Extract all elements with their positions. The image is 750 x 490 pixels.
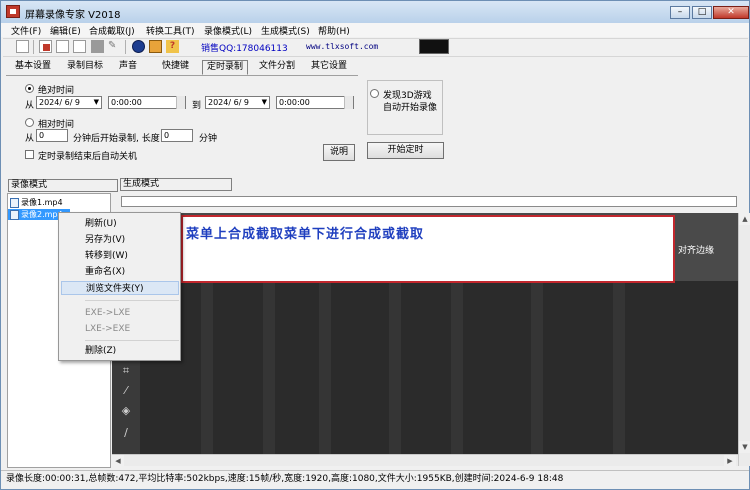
- hint-banner-text: 菜单上合成截取菜单下进行合成或截取: [186, 227, 425, 242]
- help-icon[interactable]: ?: [166, 40, 179, 53]
- main-window: 屏幕录像专家 V2018 – □ ✕ 文件(F) 编辑(E) 合成截取(J) 转…: [0, 0, 750, 490]
- end-date-field[interactable]: 2024/ 6/ 9 ▼: [205, 96, 270, 109]
- hint-banner: 菜单上合成截取菜单下进行合成或截取: [181, 215, 675, 283]
- tab-record-target[interactable]: 录制目标: [63, 60, 107, 75]
- preview-stripe: [389, 281, 401, 466]
- preview-stripe: [319, 281, 331, 466]
- scroll-right-icon[interactable]: ▶: [724, 455, 736, 467]
- title-bar[interactable]: 屏幕录像专家 V2018 – □ ✕: [1, 1, 749, 23]
- end-time-field[interactable]: 0:00:00: [276, 96, 354, 109]
- scroll-left-icon[interactable]: ◀: [112, 455, 124, 467]
- spin-icon[interactable]: [344, 96, 353, 109]
- toolbar-separator: [33, 40, 34, 54]
- menu-item-rename[interactable]: 重命名(X): [61, 265, 179, 279]
- menu-item-save-as[interactable]: 另存为(V): [61, 233, 179, 247]
- eyedropper-icon[interactable]: ⁄: [120, 385, 132, 397]
- eraser-icon[interactable]: ◈: [120, 405, 132, 417]
- absolute-time-label: 绝对时间: [38, 86, 75, 96]
- status-bar: 录像长度:00:00:31,总帧数:472,平均比特率:502kbps,速度:1…: [1, 470, 749, 488]
- align-edges-label: 对齐边缘: [678, 246, 715, 256]
- gift-icon[interactable]: [149, 40, 162, 53]
- tab-file-split[interactable]: 文件分割: [255, 60, 299, 75]
- game-detect-radio[interactable]: [370, 89, 379, 98]
- list-item[interactable]: 录像1.mp4: [8, 197, 110, 208]
- window-title: 屏幕录像专家 V2018: [25, 10, 121, 21]
- relative-time-radio[interactable]: [25, 118, 34, 127]
- rel-unit-label: 分钟: [199, 134, 218, 144]
- menu-item-lxe-to-exe: LXE->EXE: [85, 324, 131, 334]
- sales-qq: 销售QQ:178046113: [201, 44, 288, 54]
- menu-generate-mode[interactable]: 生成模式(S): [261, 24, 310, 37]
- absolute-time-radio[interactable]: [25, 84, 34, 93]
- explain-button[interactable]: 说明: [323, 144, 355, 161]
- preview-top-bar: [121, 196, 737, 207]
- toolbar-separator: [125, 40, 126, 54]
- tab-timer-record[interactable]: 定时录制: [202, 60, 249, 75]
- rel-from-label: 从: [25, 134, 35, 144]
- menu-separator: [85, 340, 179, 341]
- brush-icon[interactable]: ∕: [120, 427, 132, 439]
- pause-icon[interactable]: [56, 40, 69, 53]
- menu-edit[interactable]: 编辑(E): [50, 24, 81, 37]
- rel-minutes-field[interactable]: 0: [36, 129, 68, 142]
- horizontal-scrollbar[interactable]: ◀ ▶: [112, 454, 738, 467]
- menu-separator: [85, 300, 179, 301]
- editor-tool-strip: ⌗ ⁄ ◈ ∕: [112, 355, 140, 459]
- stop-icon[interactable]: [73, 40, 86, 53]
- menu-item-move-to[interactable]: 转移到(W): [61, 249, 179, 263]
- file-icon: [10, 210, 19, 220]
- crop-icon[interactable]: ⌗: [120, 365, 132, 377]
- globe-icon[interactable]: [132, 40, 145, 53]
- preview-stripe: [201, 281, 213, 466]
- tab-divider: [6, 75, 358, 76]
- tab-record-mode[interactable]: 录像模式: [8, 179, 118, 192]
- context-menu: 刷新(U) 另存为(V) 转移到(W) 重命名(X) 浏览文件夹(Y) EXE-…: [58, 212, 181, 361]
- menu-item-refresh[interactable]: 刷新(U): [61, 217, 179, 231]
- preview-swatch: [419, 39, 449, 54]
- tab-basic[interactable]: 基本设置: [11, 60, 55, 75]
- app-icon: [6, 5, 20, 18]
- scroll-down-icon[interactable]: ▼: [739, 441, 750, 453]
- spin-icon[interactable]: [176, 96, 185, 109]
- close-button[interactable]: ✕: [713, 6, 749, 19]
- rel-text-label: 分钟后开始录制, 长度: [73, 134, 160, 144]
- vertical-scrollbar[interactable]: ▲ ▼: [738, 213, 750, 466]
- start-time-field[interactable]: 0:00:00: [108, 96, 186, 109]
- menu-help[interactable]: 帮助(H): [318, 24, 350, 37]
- menu-item-browse-folder[interactable]: 浏览文件夹(Y): [61, 281, 179, 295]
- preview-stripe: [531, 281, 543, 466]
- chevron-down-icon[interactable]: ▼: [262, 97, 267, 108]
- website-link[interactable]: www.tlxsoft.com: [306, 42, 378, 51]
- maximize-button[interactable]: □: [692, 6, 712, 19]
- preview-stripe: [263, 281, 275, 466]
- file-icon: [10, 198, 19, 208]
- record-icon[interactable]: [39, 40, 52, 53]
- pencil-icon[interactable]: ✎: [108, 40, 121, 53]
- auto-shutdown-checkbox[interactable]: [25, 150, 34, 159]
- start-timer-button[interactable]: 开始定时: [367, 142, 444, 159]
- rel-length-field[interactable]: 0: [161, 129, 193, 142]
- chevron-down-icon[interactable]: ▼: [94, 97, 99, 108]
- from-label: 从: [25, 101, 35, 111]
- menu-merge-cut[interactable]: 合成截取(J): [89, 24, 135, 37]
- tab-other[interactable]: 其它设置: [307, 60, 351, 75]
- tab-generate-mode[interactable]: 生成模式: [120, 178, 232, 191]
- preview-stripe: [613, 281, 625, 466]
- scroll-up-icon[interactable]: ▲: [739, 213, 750, 225]
- menu-item-delete[interactable]: 删除(Z): [61, 344, 179, 358]
- menu-file[interactable]: 文件(F): [11, 24, 41, 37]
- menu-record-mode[interactable]: 录像模式(L): [204, 24, 252, 37]
- game-detect-sub: 自动开始录像: [383, 103, 438, 113]
- tab-sound[interactable]: 声音: [115, 60, 141, 75]
- camera-icon[interactable]: [91, 40, 104, 53]
- menu-item-exe-to-lxe: EXE->LXE: [85, 308, 131, 318]
- menu-convert-tools[interactable]: 转换工具(T): [146, 24, 195, 37]
- preview-stripe: [451, 281, 463, 466]
- auto-shutdown-label: 定时录制结束后自动关机: [38, 152, 138, 162]
- start-date-field[interactable]: 2024/ 6/ 9 ▼: [36, 96, 102, 109]
- new-icon[interactable]: [16, 40, 29, 53]
- tab-hotkey[interactable]: 快捷键: [158, 60, 193, 75]
- minimize-button[interactable]: –: [670, 6, 690, 19]
- to-label: 到: [192, 101, 202, 111]
